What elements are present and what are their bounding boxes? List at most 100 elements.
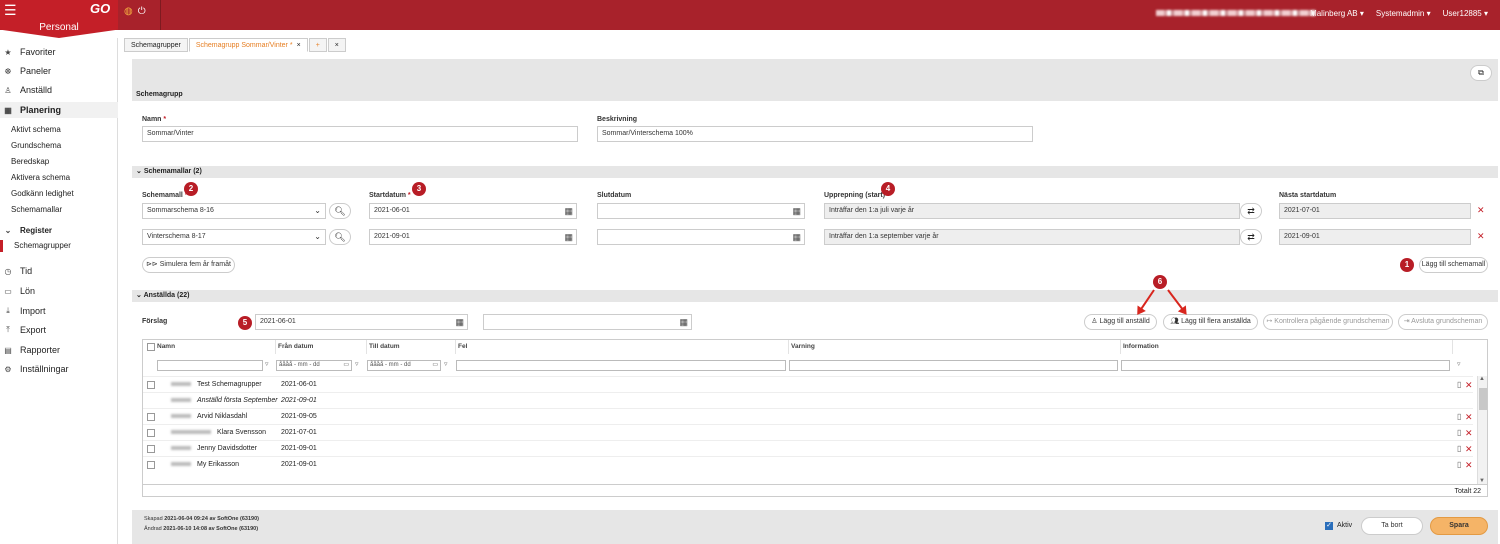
- remove-icon[interactable]: ✕: [1465, 457, 1473, 473]
- scroll-up-icon[interactable]: ▲: [1479, 376, 1485, 382]
- col-information[interactable]: Information: [1121, 340, 1453, 354]
- add-template-button[interactable]: Lägg till schemamall: [1419, 257, 1488, 273]
- table-row[interactable]: Test Schemagrupper 2021-06-01 ▯ ✕: [143, 376, 1473, 392]
- calendar-icon[interactable]: ▦: [455, 315, 464, 329]
- sidebar-sub-schemamallar[interactable]: Schemamallar: [11, 205, 62, 214]
- sidebar-sub-schemagrupper[interactable]: Schemagrupper: [14, 241, 71, 250]
- remove-icon[interactable]: ✕: [1477, 205, 1485, 216]
- row-checkbox[interactable]: [147, 461, 155, 469]
- copy-icon[interactable]: ⧉: [1470, 65, 1492, 81]
- sidebar-item-installningar[interactable]: ⚙ Inställningar: [0, 361, 68, 377]
- new-tab-button[interactable]: +: [308, 38, 327, 52]
- sidebar-group-register[interactable]: ⌄ Register: [0, 222, 52, 238]
- close-all-tabs-button[interactable]: ×: [327, 38, 346, 52]
- row-checkbox[interactable]: [147, 445, 155, 453]
- power-icon[interactable]: ⏻: [138, 6, 146, 17]
- user-menu[interactable]: User12885 ▾: [1443, 9, 1488, 18]
- forslag-from-field[interactable]: 2021-06-01 ▦: [255, 314, 468, 330]
- remove-icon[interactable]: ✕: [1477, 231, 1485, 242]
- sidebar-sub-grundschema[interactable]: Grundschema: [11, 141, 61, 150]
- calendar-icon[interactable]: ▦: [792, 230, 801, 244]
- table-row[interactable]: Anställd första September 2021-09-01: [143, 392, 1473, 408]
- sidebar-sub-aktivt-schema[interactable]: Aktivt schema: [11, 125, 61, 134]
- calendar-icon[interactable]: ▦: [792, 204, 801, 218]
- end-button[interactable]: ⇥ Avsluta grundscheman: [1398, 314, 1488, 330]
- add-employee-button[interactable]: ♙ Lägg till anställd: [1084, 314, 1157, 330]
- check-running-button[interactable]: ↦ Kontrollera pågående grundscheman: [1263, 314, 1393, 330]
- filter-information[interactable]: [1121, 360, 1450, 371]
- filter-fel[interactable]: [456, 360, 786, 371]
- select-all-checkbox[interactable]: [147, 343, 155, 351]
- filter-varning[interactable]: [789, 360, 1118, 371]
- close-tab-icon[interactable]: ×: [297, 42, 301, 49]
- sidebar-sub-beredskap[interactable]: Beredskap: [11, 157, 49, 166]
- section-anstallda[interactable]: ⌄ Anställda (22): [132, 290, 1498, 302]
- add-multiple-employees-button[interactable]: 👥︎ Lägg till flera anställda: [1163, 314, 1258, 330]
- col-fel[interactable]: Fel: [456, 340, 789, 354]
- document-icon[interactable]: ▯: [1457, 409, 1461, 425]
- role-selector[interactable]: Systemadmin ▾: [1376, 9, 1431, 18]
- tab-schemagrupper[interactable]: Schemagrupper: [124, 38, 188, 52]
- col-namn[interactable]: Namn: [155, 340, 276, 354]
- sidebar-item-export[interactable]: ⤒ Export: [0, 322, 46, 338]
- brand-badge[interactable]: ☰ GO Personal: [0, 0, 118, 38]
- active-checkbox[interactable]: ✓: [1325, 522, 1333, 530]
- calendar-icon[interactable]: ▦: [564, 204, 573, 218]
- remove-icon[interactable]: ✕: [1465, 425, 1473, 441]
- sidebar-item-anstalld[interactable]: ♙ Anställd: [0, 82, 52, 98]
- section-schemamallar[interactable]: ⌄ Schemamallar (2): [132, 166, 1498, 178]
- globe-icon[interactable]: ◍: [124, 6, 133, 17]
- calendar-icon[interactable]: ▦: [564, 230, 573, 244]
- document-icon[interactable]: ▯: [1457, 425, 1461, 441]
- repeat-icon[interactable]: ⇄: [1240, 203, 1262, 219]
- startdatum-field[interactable]: 2021-06-01 ▦: [369, 203, 577, 219]
- document-icon[interactable]: ▯: [1457, 377, 1461, 393]
- sidebar-sub-aktivera-schema[interactable]: Aktivera schema: [11, 173, 70, 182]
- menu-icon[interactable]: ☰: [4, 2, 17, 19]
- slutdatum-field[interactable]: ▦: [597, 229, 805, 245]
- filter-icon[interactable]: ▿: [355, 360, 359, 368]
- startdatum-field[interactable]: 2021-09-01 ▦: [369, 229, 577, 245]
- sidebar-item-favoriter[interactable]: ★ Favoriter: [0, 44, 55, 60]
- scrollbar-thumb[interactable]: [1479, 388, 1487, 410]
- filter-icon[interactable]: ▿: [444, 360, 448, 368]
- table-row[interactable]: Arvid Niklasdahl 2021-09-05 ▯ ✕: [143, 408, 1473, 424]
- document-icon[interactable]: ▯: [1457, 457, 1461, 473]
- remove-icon[interactable]: ✕: [1465, 409, 1473, 425]
- col-varning[interactable]: Varning: [789, 340, 1121, 354]
- preview-icon[interactable]: 🔍︎: [329, 203, 351, 219]
- schemamall-select[interactable]: Sommarschema 8-16 ⌄: [142, 203, 326, 219]
- tab-schemagrupp-sommar-vinter[interactable]: Schemagrupp Sommar/Vinter * ×: [188, 38, 308, 52]
- schemamall-select[interactable]: Vinterschema 8-17 ⌄: [142, 229, 326, 245]
- col-till-datum[interactable]: Till datum: [367, 340, 456, 354]
- table-row[interactable]: Jenny Davidsdotter 2021-09-01 ▯ ✕: [143, 440, 1473, 456]
- preview-icon[interactable]: 🔍︎: [329, 229, 351, 245]
- col-fran-datum[interactable]: Från datum: [276, 340, 367, 354]
- table-row[interactable]: Klara Svensson 2021-07-01 ▯ ✕: [143, 424, 1473, 440]
- sidebar-item-lon[interactable]: ▭ Lön: [0, 283, 35, 299]
- grid-scrollbar[interactable]: ▲ ▼: [1477, 376, 1487, 484]
- sidebar-item-planering[interactable]: ▦ Planering: [0, 102, 61, 118]
- filter-till-datum[interactable]: åååå - mm - dd ▭: [367, 360, 441, 371]
- filter-icon[interactable]: ▿: [1457, 360, 1461, 368]
- row-checkbox[interactable]: [147, 381, 155, 389]
- sidebar-item-rapporter[interactable]: ▤ Rapporter: [0, 342, 60, 358]
- save-button[interactable]: Spara: [1430, 517, 1488, 535]
- document-icon[interactable]: ▯: [1457, 441, 1461, 457]
- company-selector[interactable]: Malinberg AB ▾: [1155, 9, 1364, 18]
- description-field[interactable]: Sommar/Vinterschema 100%: [597, 126, 1033, 142]
- filter-icon[interactable]: ▿: [265, 360, 269, 368]
- filter-namn[interactable]: [157, 360, 263, 371]
- table-row[interactable]: My Erikasson 2021-09-01 ▯ ✕: [143, 456, 1473, 472]
- sidebar-item-import[interactable]: ⤓ Import: [0, 303, 45, 319]
- row-checkbox[interactable]: [147, 429, 155, 437]
- filter-fran-datum[interactable]: åååå - mm - dd ▭: [276, 360, 352, 371]
- delete-button[interactable]: Ta bort: [1361, 517, 1423, 535]
- simulate-button[interactable]: ⊳⊳ Simulera fem år framåt: [142, 257, 235, 273]
- sidebar-item-paneler[interactable]: ☸ Paneler: [0, 63, 51, 79]
- sidebar-sub-godkann-ledighet[interactable]: Godkänn ledighet: [11, 189, 74, 198]
- slutdatum-field[interactable]: ▦: [597, 203, 805, 219]
- calendar-icon[interactable]: ▦: [679, 315, 688, 329]
- remove-icon[interactable]: ✕: [1465, 441, 1473, 457]
- sidebar-item-tid[interactable]: ◷ Tid: [0, 263, 33, 279]
